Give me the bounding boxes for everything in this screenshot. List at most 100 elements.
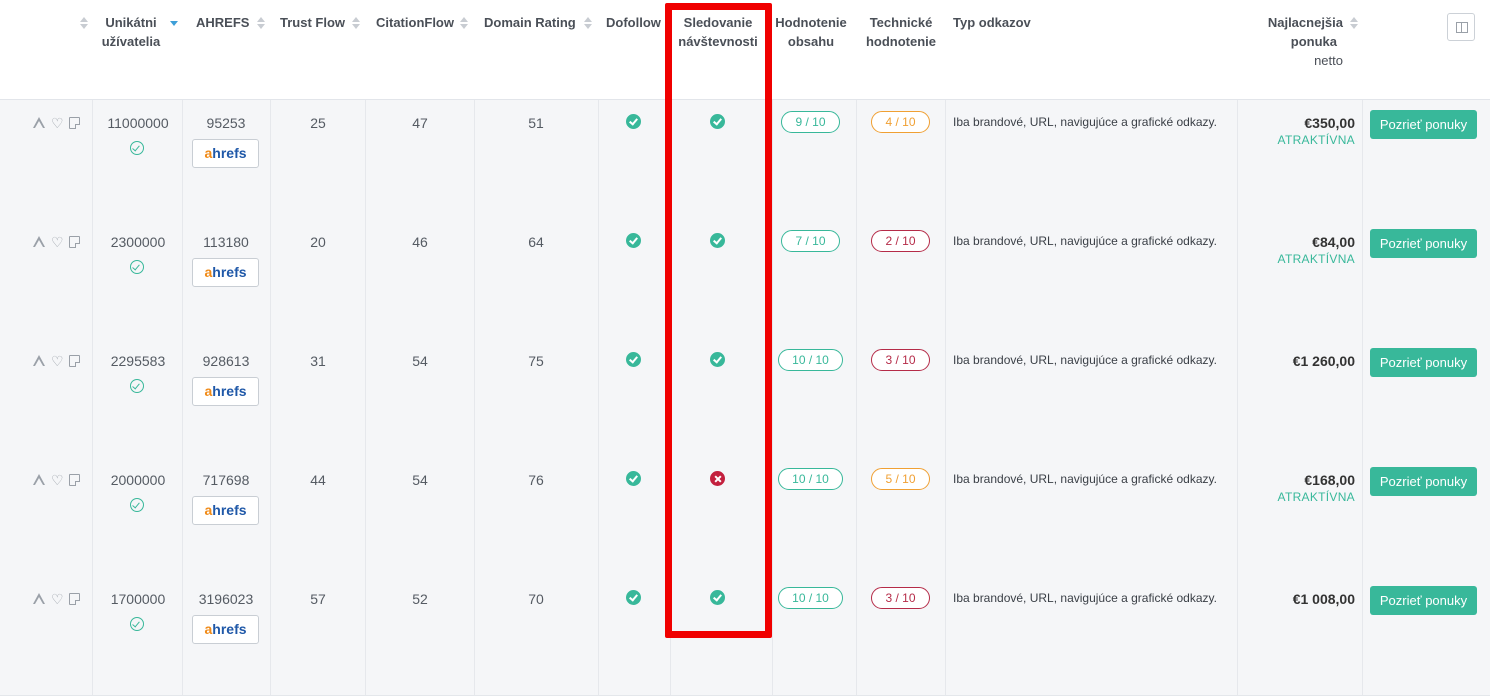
column-divider	[945, 338, 946, 457]
citation-flow-value: 54	[412, 472, 428, 488]
note-icon[interactable]	[69, 117, 80, 129]
ahrefs-logo-button[interactable]: ahrefs	[192, 615, 259, 644]
dofollow-check-icon	[626, 471, 641, 486]
row-actions: ♡	[33, 354, 83, 369]
column-divider	[670, 338, 671, 457]
col-header-technical-rating[interactable]: Technické hodnotenie	[862, 13, 940, 51]
column-divider	[474, 338, 475, 457]
note-icon[interactable]	[69, 355, 80, 367]
col-header-trust-flow[interactable]: Trust Flow	[280, 13, 345, 32]
view-offers-button[interactable]: Pozrieť ponuky	[1370, 348, 1477, 377]
sort-icon[interactable]	[584, 17, 592, 29]
column-divider	[670, 219, 671, 338]
ahrefs-value: 928613	[202, 353, 250, 369]
note-icon[interactable]	[69, 236, 80, 248]
col-header-content-rating[interactable]: Hodnotenie obsahu	[772, 13, 850, 51]
heart-icon[interactable]: ♡	[51, 116, 64, 130]
column-divider	[1362, 219, 1363, 338]
column-divider	[270, 100, 271, 219]
technical-rating-badge: 3 / 10	[871, 349, 930, 371]
ahrefs-logo-button[interactable]: ahrefs	[192, 377, 259, 406]
column-divider	[856, 100, 857, 219]
col-header-ahrefs[interactable]: AHREFS	[196, 13, 249, 32]
citation-flow-value: 46	[412, 234, 428, 250]
ahrefs-logo-button[interactable]: ahrefs	[192, 258, 259, 287]
heart-icon[interactable]: ♡	[51, 473, 64, 487]
view-offers-button[interactable]: Pozrieť ponuky	[1370, 229, 1477, 258]
col-header-link-type[interactable]: Typ odkazov	[953, 13, 1031, 32]
column-divider	[772, 457, 773, 576]
view-offers-button[interactable]: Pozrieť ponuky	[1370, 110, 1477, 139]
domain-rating-value: 75	[528, 353, 544, 369]
column-divider	[1362, 576, 1363, 695]
unique-users-value: 2000000	[110, 472, 166, 488]
column-divider	[92, 576, 93, 695]
column-divider	[270, 338, 271, 457]
column-divider	[945, 457, 946, 576]
view-offers-button[interactable]: Pozrieť ponuky	[1370, 467, 1477, 496]
column-divider	[182, 576, 183, 695]
table-row: ♡ 1700000 3196023 ahrefs 57 52 70 10 / 1…	[0, 576, 1490, 696]
sort-icon[interactable]	[460, 17, 468, 29]
column-settings-button[interactable]	[1447, 13, 1475, 41]
note-icon[interactable]	[69, 474, 80, 486]
verified-check-icon	[130, 379, 144, 393]
col-header-dofollow[interactable]: Dofollow	[606, 13, 661, 32]
row-actions: ♡	[33, 235, 83, 250]
view-offers-button[interactable]: Pozrieť ponuky	[1370, 586, 1477, 615]
column-divider	[474, 219, 475, 338]
table-row: ♡ 2000000 717698 ahrefs 44 54 76 10 / 10…	[0, 457, 1490, 577]
price-value: €350,00	[1304, 115, 1355, 131]
sort-icon[interactable]	[352, 17, 360, 29]
column-divider	[670, 100, 671, 219]
price-value: €84,00	[1312, 234, 1355, 250]
sort-icon[interactable]	[1350, 17, 1358, 29]
price-value: €1 260,00	[1292, 353, 1355, 369]
warning-icon[interactable]	[33, 474, 45, 486]
col-header-cheapest-offer[interactable]: Najlacnejšia ponuka netto	[1268, 13, 1343, 70]
heart-icon[interactable]: ♡	[51, 235, 64, 249]
warning-icon[interactable]	[33, 117, 45, 129]
link-type-text: Iba brandové, URL, navigujúce a grafické…	[953, 353, 1217, 367]
column-divider	[1362, 338, 1363, 457]
note-icon[interactable]	[69, 593, 80, 605]
ahrefs-logo-button[interactable]: ahrefs	[192, 496, 259, 525]
col-header-tracking[interactable]: Sledovanie návštevnosti	[672, 13, 764, 51]
tracking-check-icon	[710, 590, 725, 605]
row-actions: ♡	[33, 592, 83, 607]
column-divider	[598, 338, 599, 457]
column-divider	[1237, 100, 1238, 219]
column-divider	[474, 100, 475, 219]
col-header-citation-flow[interactable]: CitationFlow	[376, 13, 454, 32]
column-divider	[1237, 576, 1238, 695]
table-row: ♡ 2300000 113180 ahrefs 20 46 64 7 / 10 …	[0, 219, 1490, 339]
ahrefs-logo-button[interactable]: ahrefs	[192, 139, 259, 168]
warning-icon[interactable]	[33, 593, 45, 605]
domain-rating-value: 76	[528, 472, 544, 488]
sort-icon[interactable]	[257, 17, 265, 29]
unique-users-value: 1700000	[110, 591, 166, 607]
column-divider	[474, 576, 475, 695]
verified-check-icon	[130, 498, 144, 512]
attractive-badge: ATRAKTÍVNA	[1277, 133, 1355, 147]
technical-rating-badge: 2 / 10	[871, 230, 930, 252]
warning-icon[interactable]	[33, 355, 45, 367]
heart-icon[interactable]: ♡	[51, 592, 64, 606]
col-header-domain-rating[interactable]: Domain Rating	[484, 13, 576, 32]
warning-icon[interactable]	[33, 236, 45, 248]
trust-flow-value: 31	[310, 353, 326, 369]
heart-icon[interactable]: ♡	[51, 354, 64, 368]
column-divider	[772, 219, 773, 338]
column-divider	[670, 457, 671, 576]
column-divider	[772, 100, 773, 219]
column-divider	[772, 338, 773, 457]
verified-check-icon	[130, 141, 144, 155]
sort-icon[interactable]	[80, 17, 88, 29]
column-divider	[1362, 100, 1363, 219]
ahrefs-value: 95253	[206, 115, 246, 131]
col-header-unique-users[interactable]: Unikátni užívatelia	[96, 13, 166, 51]
column-divider	[598, 457, 599, 576]
sort-desc-icon[interactable]	[170, 17, 178, 29]
column-divider	[182, 457, 183, 576]
link-type-text: Iba brandové, URL, navigujúce a grafické…	[953, 591, 1217, 605]
